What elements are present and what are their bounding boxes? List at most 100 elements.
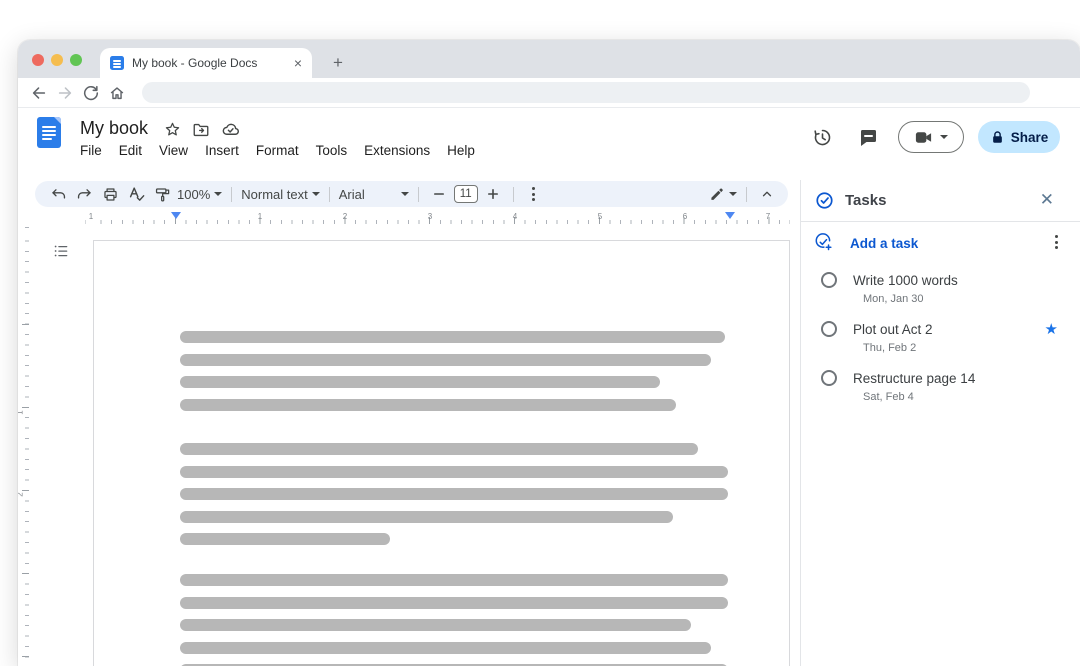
task-row[interactable]: Write 1000 words Mon, Jan 30 ★ [801,266,1080,315]
comments-icon[interactable] [852,121,884,153]
task-star-icon[interactable]: ★ [1045,320,1058,338]
chevron-down-icon [401,192,409,196]
back-icon[interactable] [26,80,52,106]
paint-format-icon[interactable] [151,183,173,205]
ruler-number: 1 [18,410,25,414]
window-zoom-button[interactable] [70,54,82,66]
menu-view[interactable]: View [159,143,188,158]
task-checkbox[interactable] [821,272,837,288]
ruler-number: 3 [428,212,432,221]
menu-extensions[interactable]: Extensions [364,143,430,158]
tab-title: My book - Google Docs [132,56,286,70]
redacted-text-line [180,574,728,586]
menu-edit[interactable]: Edit [119,143,142,158]
font-size-input[interactable]: 11 [454,185,478,203]
add-task-row: Add a task [801,222,1080,262]
task-title: Write 1000 words [853,273,958,288]
collapse-toolbar-icon[interactable] [756,183,778,205]
redacted-text-line [180,488,728,500]
task-due-date: Thu, Feb 2 [863,342,916,354]
menu-file[interactable]: File [80,143,102,158]
font-size-decrease-button[interactable] [428,183,450,205]
document-title[interactable]: My book [80,118,148,139]
redacted-text-line [180,597,728,609]
star-document-icon[interactable] [164,121,181,138]
address-bar[interactable] [142,82,1030,103]
ruler-horizontal-labels: 11234567 [18,211,790,226]
lock-icon [990,129,1005,145]
more-toolbar-options-icon[interactable] [523,183,545,205]
tasks-panel-title: Tasks [845,192,886,209]
ruler-number: 2 [343,212,347,221]
redacted-text-line [180,399,676,411]
join-video-call-button[interactable] [898,121,964,153]
google-docs-logo[interactable] [37,117,61,148]
ruler-number: 2 [18,492,25,496]
document-page[interactable] [93,240,790,666]
chevron-down-icon [729,192,737,196]
browser-navbar [18,78,1080,108]
ruler-number: 5 [598,212,602,221]
share-button[interactable]: Share [978,121,1060,153]
chevron-down-icon [312,192,320,196]
task-checkbox[interactable] [821,370,837,386]
ruler-number: 7 [766,212,770,221]
left-indent-marker[interactable] [171,212,181,219]
new-tab-button[interactable]: + [324,48,352,78]
tasks-close-icon[interactable]: ✕ [1040,190,1054,210]
chevron-down-icon [214,192,222,196]
redacted-text-line [180,511,673,523]
font-size-increase-button[interactable] [482,183,504,205]
ruler-number: 4 [513,212,517,221]
paragraph-style-select[interactable]: Normal text [241,183,319,205]
menu-help[interactable]: Help [447,143,475,158]
document-outline-icon[interactable] [50,240,72,262]
google-docs-favicon [110,56,124,70]
share-label: Share [1011,130,1049,145]
editing-mode-button[interactable] [709,183,737,205]
font-select[interactable]: Arial [339,183,409,205]
undo-icon[interactable] [47,183,69,205]
add-task-button[interactable]: Add a task [850,236,918,251]
video-camera-icon [914,128,933,147]
right-indent-marker[interactable] [725,212,735,219]
redacted-text-line [180,642,711,654]
tab-close-icon[interactable]: × [294,56,302,70]
task-row[interactable]: Plot out Act 2 Thu, Feb 2 ★ [801,315,1080,364]
vertical-ruler[interactable]: 12 [18,226,30,666]
version-history-icon[interactable] [806,121,838,153]
redacted-text-line [180,619,691,631]
task-title: Restructure page 14 [853,371,975,386]
home-icon[interactable] [104,80,130,106]
tab-strip: My book - Google Docs × + [18,40,1080,78]
task-checkbox[interactable] [821,321,837,337]
zoom-select[interactable]: 100% [177,183,222,205]
menu-tools[interactable]: Tools [316,143,348,158]
forward-icon[interactable] [52,80,78,106]
redacted-text-line [180,331,725,343]
tasks-logo-icon [815,191,834,210]
spellcheck-icon[interactable] [125,183,147,205]
chevron-down-icon [940,135,948,139]
print-icon[interactable] [99,183,121,205]
redacted-text-line [180,466,728,478]
redacted-text-line [180,354,711,366]
task-due-date: Mon, Jan 30 [863,293,924,305]
window-minimize-button[interactable] [51,54,63,66]
menu-insert[interactable]: Insert [205,143,239,158]
move-folder-icon[interactable] [192,121,210,139]
cloud-saved-icon[interactable] [221,120,240,139]
tasks-panel-header: Tasks ✕ [801,180,1080,222]
redo-icon[interactable] [73,183,95,205]
task-row[interactable]: Restructure page 14 Sat, Feb 4 ★ [801,364,1080,413]
redacted-text-line [180,376,660,388]
reload-icon[interactable] [78,80,104,106]
formatting-toolbar: 100% Normal text Arial 11 [35,181,788,207]
tasks-menu-icon[interactable] [1055,235,1058,249]
task-title: Plot out Act 2 [853,322,933,337]
window-close-button[interactable] [32,54,44,66]
browser-tab[interactable]: My book - Google Docs × [100,48,312,78]
tasks-panel: Tasks ✕ Add a task Write 1000 words Mon,… [800,180,1080,666]
add-task-icon[interactable] [814,233,833,252]
menu-format[interactable]: Format [256,143,299,158]
